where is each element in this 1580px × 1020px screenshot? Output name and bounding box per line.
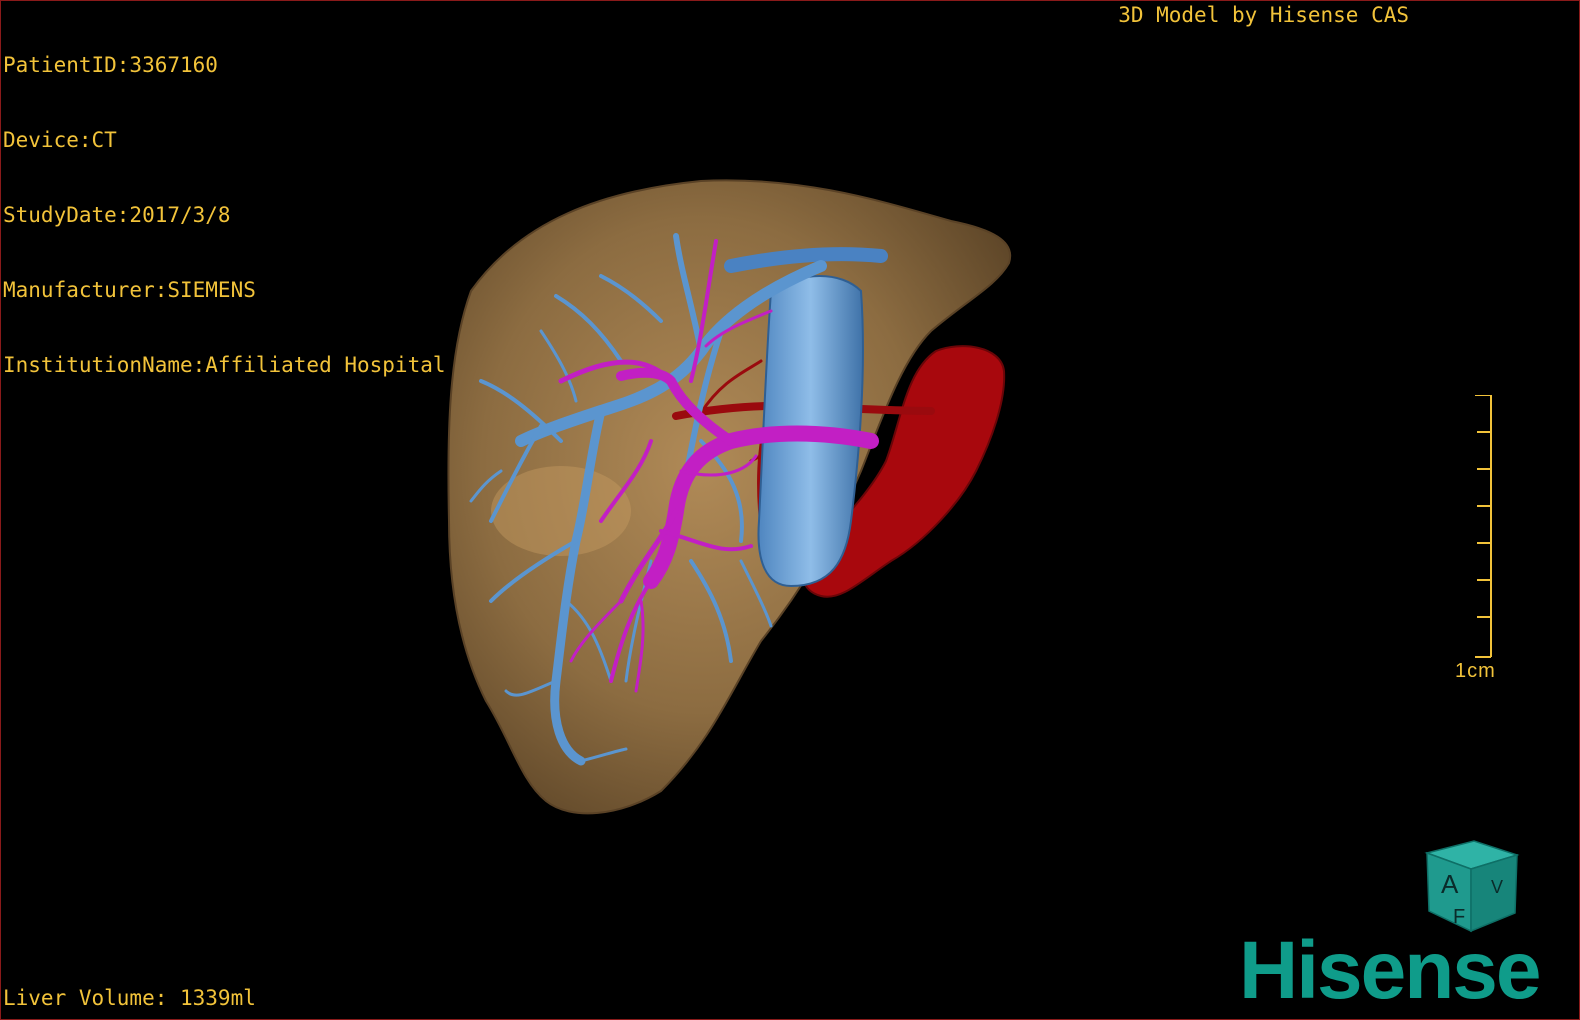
- cube-face-front: A: [1441, 869, 1459, 899]
- 3d-viewport[interactable]: PatientID:3367160 Device:CT StudyDate:20…: [0, 0, 1580, 1020]
- cube-face-side: V: [1491, 877, 1503, 897]
- scale-bar: [1475, 395, 1492, 658]
- liver-volume: Liver Volume: 1339ml: [3, 986, 256, 1010]
- hisense-logo: Hisense: [1239, 925, 1542, 1016]
- scale-bar-label: 1cm: [1455, 660, 1496, 682]
- liver-3d-model[interactable]: [1, 1, 1579, 1019]
